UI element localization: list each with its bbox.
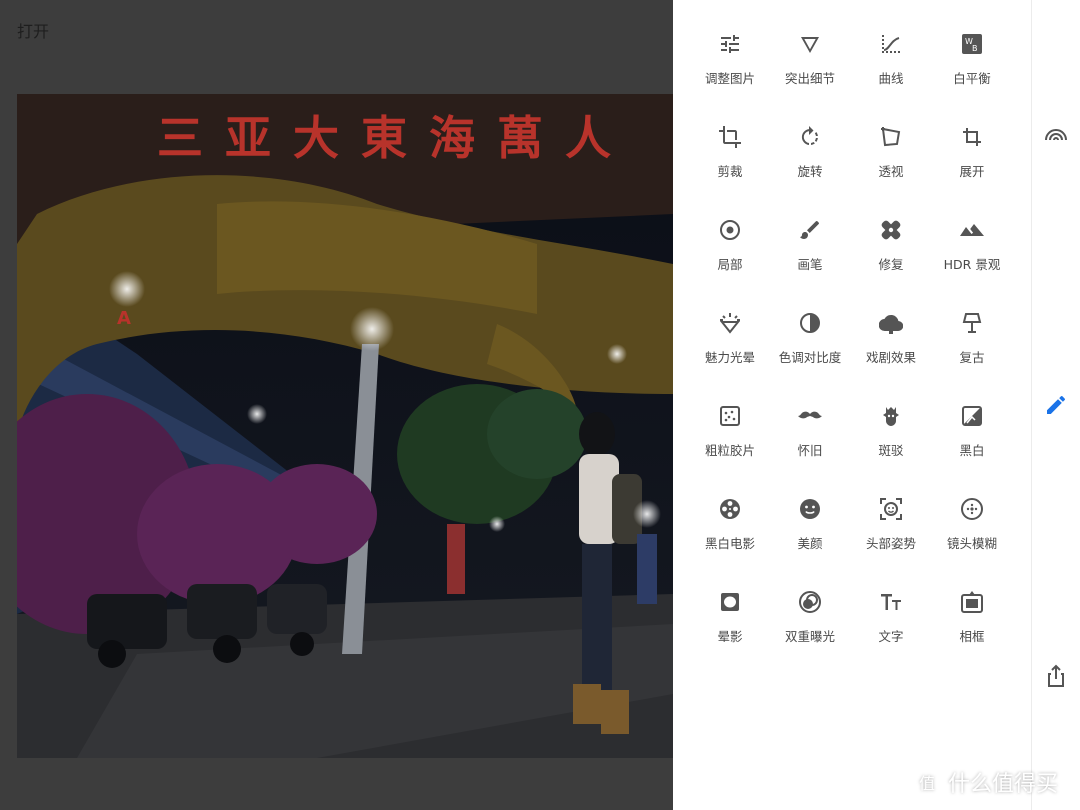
- tool-label: 旋转: [797, 164, 823, 179]
- tool-label: 双重曝光: [784, 629, 835, 644]
- tool-label: 头部姿势: [865, 536, 916, 551]
- face-glamour-icon: [800, 499, 820, 519]
- tool-label: 剪裁: [717, 164, 743, 179]
- triangle-details-icon: [801, 37, 819, 53]
- tool-white-balance[interactable]: WB 白平衡: [932, 0, 1012, 93]
- tool-label: 镜头模糊: [946, 536, 997, 551]
- tool-label: 复古: [959, 350, 985, 365]
- frame-icon: [961, 591, 983, 613]
- crop-icon: [719, 126, 741, 148]
- tool-tonal-contrast[interactable]: 色调对比度: [770, 279, 850, 372]
- tool-frames[interactable]: 相框: [932, 558, 1012, 651]
- tool-text[interactable]: 文字: [851, 558, 931, 651]
- tool-label: 展开: [959, 164, 985, 179]
- tool-double-exposure[interactable]: 双重曝光: [770, 558, 850, 651]
- tool-label: 黑白电影: [704, 536, 755, 551]
- tool-head-pose[interactable]: 头部姿势: [851, 465, 931, 558]
- tool-label: 色调对比度: [778, 350, 842, 365]
- hdr-mountain-icon: [960, 224, 984, 236]
- tool-face[interactable]: 美颜: [770, 465, 850, 558]
- tool-black-white[interactable]: 黑白: [932, 372, 1012, 465]
- tool-label: 黑白: [959, 443, 985, 458]
- tool-label: 曲线: [878, 71, 904, 86]
- tool-retrolux[interactable]: 怀旧: [770, 372, 850, 465]
- rotate-icon: [801, 126, 818, 145]
- tune-sliders-icon: [721, 35, 739, 53]
- tool-brush[interactable]: 画笔: [770, 186, 850, 279]
- grunge-icon: [883, 407, 899, 426]
- tool-expand[interactable]: 展开: [932, 93, 1012, 186]
- tool-adjust[interactable]: 调整图片: [690, 0, 770, 93]
- white-balance-icon: WB: [962, 34, 982, 54]
- tool-label: 修复: [878, 257, 904, 272]
- tool-label: 突出细节: [784, 71, 835, 86]
- tool-lens-blur[interactable]: 镜头模糊: [932, 465, 1012, 558]
- tool-curves[interactable]: 曲线: [851, 0, 931, 93]
- text-icon: [881, 594, 901, 610]
- tool-label: 调整图片: [704, 71, 755, 86]
- tool-label: 斑驳: [878, 443, 904, 458]
- tool-details[interactable]: 突出细节: [770, 0, 850, 93]
- tool-label: 画笔: [797, 257, 823, 272]
- curves-icon: [882, 35, 900, 53]
- lens-blur-icon: [961, 498, 983, 520]
- tool-label: 美颜: [797, 536, 823, 551]
- brush-icon: [800, 221, 819, 239]
- tool-vignette[interactable]: 晕影: [690, 558, 770, 651]
- selective-icon: [720, 220, 740, 240]
- black-white-icon: [962, 406, 982, 426]
- tool-label: 白平衡: [953, 71, 991, 86]
- tool-label: 粗粒胶片: [704, 443, 755, 458]
- grainy-film-icon: [720, 406, 740, 426]
- tools-panel: 调整图片 突出细节 曲线 WB 白平衡 剪裁 旋转 透视 展开 局部 画笔 修复: [673, 0, 1031, 810]
- tool-label: 怀旧: [797, 443, 823, 458]
- tool-grainy-film[interactable]: 粗粒胶片: [690, 372, 770, 465]
- tool-glamour-glow[interactable]: 魅力光晕: [690, 279, 770, 372]
- open-button[interactable]: 打开: [17, 18, 49, 42]
- edit-pencil-icon[interactable]: [1044, 393, 1068, 417]
- perspective-icon: [881, 127, 901, 147]
- watermark-text: 什么值得买: [948, 772, 1059, 797]
- tool-drama[interactable]: 戏剧效果: [851, 279, 931, 372]
- tool-label: 文字: [878, 629, 904, 644]
- watermark: 值 什么值得买: [912, 766, 1058, 798]
- retrolux-mustache-icon: [798, 411, 822, 419]
- neon-sign-text: 三亚大東海萬人: [157, 111, 633, 165]
- tool-crop[interactable]: 剪裁: [690, 93, 770, 186]
- watermark-badge: 值: [912, 767, 942, 797]
- photo-preview: 三亚大東海萬人 A: [17, 94, 673, 758]
- tool-label: HDR 景观: [943, 257, 1001, 272]
- tool-label: 戏剧效果: [865, 350, 916, 365]
- film-reel-icon: [720, 499, 740, 519]
- tool-grunge[interactable]: 斑驳: [851, 372, 931, 465]
- tool-vintage[interactable]: 复古: [932, 279, 1012, 372]
- top-bar: 打开: [0, 0, 673, 60]
- expand-icon: [963, 128, 981, 146]
- tool-perspective[interactable]: 透视: [851, 93, 931, 186]
- tool-rotate[interactable]: 旋转: [770, 93, 850, 186]
- side-toolbar: [1031, 0, 1080, 810]
- tool-noir[interactable]: 黑白电影: [690, 465, 770, 558]
- tool-healing[interactable]: 修复: [851, 186, 931, 279]
- tool-label: 局部: [717, 257, 743, 272]
- svg-text:B: B: [972, 44, 978, 53]
- tool-label: 相框: [959, 629, 985, 644]
- healing-bandage-icon: [881, 220, 901, 240]
- looks-icon[interactable]: [1044, 122, 1068, 146]
- tool-label: 魅力光晕: [704, 350, 755, 365]
- head-pose-icon: [880, 498, 902, 520]
- share-icon[interactable]: [1044, 664, 1068, 688]
- tool-hdr[interactable]: HDR 景观: [932, 186, 1012, 279]
- drama-cloud-icon: [879, 314, 903, 334]
- vignette-icon: [721, 593, 739, 611]
- vintage-lamp-icon: [962, 313, 982, 333]
- tool-label: 透视: [878, 164, 904, 179]
- shop-sign-text: A: [117, 308, 131, 329]
- glamour-glow-icon: [719, 313, 741, 334]
- tool-selective[interactable]: 局部: [690, 186, 770, 279]
- tool-label: 晕影: [717, 629, 743, 644]
- double-exposure-icon: [799, 591, 821, 613]
- tonal-contrast-icon: [800, 313, 820, 333]
